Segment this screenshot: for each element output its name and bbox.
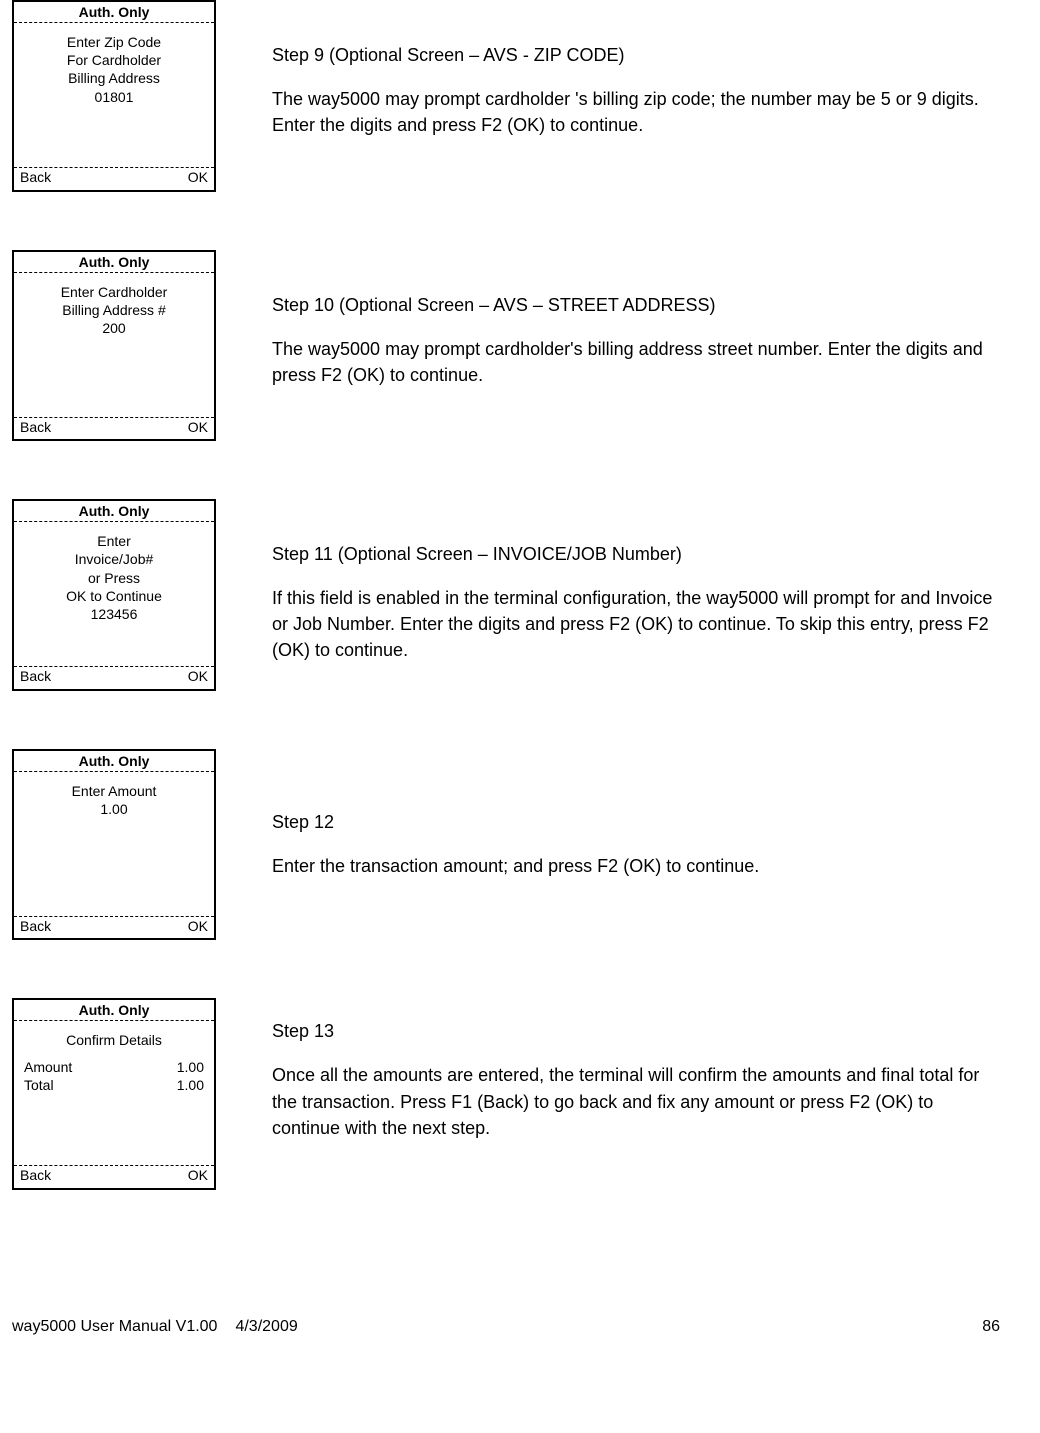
terminal-line: or Press (20, 569, 208, 587)
terminal-line: Enter Amount (20, 782, 208, 800)
terminal-body: Enter Invoice/Job# or Press OK to Contin… (14, 522, 214, 667)
terminal-screen: Auth. Only Enter Amount 1.00 Back OK (12, 749, 216, 941)
step-row: Auth. Only Enter Zip Code For Cardholder… (12, 0, 1000, 192)
step-row: Auth. Only Enter Invoice/Job# or Press O… (12, 499, 1000, 691)
step-row: Auth. Only Enter Amount 1.00 Back OK Ste… (12, 749, 1000, 941)
terminal-body: Enter Amount 1.00 (14, 772, 214, 917)
step-body: The way5000 may prompt cardholder's bill… (272, 336, 1000, 388)
back-button[interactable]: Back (20, 418, 51, 438)
step-heading: Step 9 (Optional Screen – AVS - ZIP CODE… (272, 42, 1000, 68)
terminal-body: Enter Zip Code For Cardholder Billing Ad… (14, 23, 214, 168)
terminal-footer: Back OK (14, 667, 214, 689)
ok-button[interactable]: OK (188, 1166, 208, 1186)
terminal-title: Auth. Only (14, 751, 214, 772)
step-body: Enter the transaction amount; and press … (272, 853, 759, 879)
terminal-line: OK to Continue (20, 587, 208, 605)
terminal-line: 200 (20, 319, 208, 337)
terminal-title: Auth. Only (14, 1000, 214, 1021)
kv-label: Amount (24, 1058, 72, 1076)
footer-title: way5000 User Manual V1.00 (12, 1318, 217, 1336)
step-body: Once all the amounts are entered, the te… (272, 1062, 1000, 1140)
step-row: Auth. Only Confirm Details Amount 1.00 T… (12, 998, 1000, 1190)
step-description: Step 9 (Optional Screen – AVS - ZIP CODE… (272, 0, 1000, 156)
terminal-line: Enter Zip Code (20, 33, 208, 51)
terminal-title: Auth. Only (14, 2, 214, 23)
step-description: Step 12 Enter the transaction amount; an… (272, 749, 759, 897)
ok-button[interactable]: OK (188, 418, 208, 438)
terminal-line: Enter (20, 532, 208, 550)
terminal-footer: Back OK (14, 917, 214, 939)
back-button[interactable]: Back (20, 667, 51, 687)
back-button[interactable]: Back (20, 168, 51, 188)
step-description: Step 10 (Optional Screen – AVS – STREET … (272, 250, 1000, 406)
terminal-line: Billing Address (20, 69, 208, 87)
terminal-line: For Cardholder (20, 51, 208, 69)
terminal-line: 1.00 (20, 800, 208, 818)
terminal-screen: Auth. Only Enter Zip Code For Cardholder… (12, 0, 216, 192)
terminal-title: Auth. Only (14, 252, 214, 273)
terminal-line: Invoice/Job# (20, 550, 208, 568)
step-body: The way5000 may prompt cardholder 's bil… (272, 86, 1000, 138)
step-body: If this field is enabled in the terminal… (272, 585, 1000, 663)
step-row: Auth. Only Enter Cardholder Billing Addr… (12, 250, 1000, 442)
ok-button[interactable]: OK (188, 667, 208, 687)
terminal-screen: Auth. Only Enter Cardholder Billing Addr… (12, 250, 216, 442)
terminal-body: Enter Cardholder Billing Address # 200 (14, 273, 214, 418)
step-heading: Step 12 (272, 809, 759, 835)
kv-value: 1.00 (177, 1076, 204, 1094)
terminal-body: Confirm Details Amount 1.00 Total 1.00 (14, 1021, 214, 1166)
terminal-footer: Back OK (14, 1166, 214, 1188)
terminal-kv-row: Total 1.00 (20, 1076, 208, 1094)
page-footer: way5000 User Manual V1.00 4/3/2009 86 (0, 1288, 1040, 1356)
terminal-line: 123456 (20, 605, 208, 623)
ok-button[interactable]: OK (188, 917, 208, 937)
terminal-line: Billing Address # (20, 301, 208, 319)
step-description: Step 13 Once all the amounts are entered… (272, 998, 1000, 1158)
terminal-screen: Auth. Only Confirm Details Amount 1.00 T… (12, 998, 216, 1190)
terminal-screen: Auth. Only Enter Invoice/Job# or Press O… (12, 499, 216, 691)
page-number: 86 (982, 1318, 1000, 1336)
step-heading: Step 10 (Optional Screen – AVS – STREET … (272, 292, 1000, 318)
footer-date: 4/3/2009 (235, 1318, 297, 1336)
kv-value: 1.00 (177, 1058, 204, 1076)
kv-label: Total (24, 1076, 54, 1094)
terminal-line: Enter Cardholder (20, 283, 208, 301)
terminal-footer: Back OK (14, 168, 214, 190)
terminal-footer: Back OK (14, 418, 214, 440)
back-button[interactable]: Back (20, 1166, 51, 1186)
terminal-title: Auth. Only (14, 501, 214, 522)
step-heading: Step 13 (272, 1018, 1000, 1044)
back-button[interactable]: Back (20, 917, 51, 937)
step-description: Step 11 (Optional Screen – INVOICE/JOB N… (272, 499, 1000, 681)
step-heading: Step 11 (Optional Screen – INVOICE/JOB N… (272, 541, 1000, 567)
ok-button[interactable]: OK (188, 168, 208, 188)
terminal-subtitle: Confirm Details (20, 1031, 208, 1049)
terminal-kv-row: Amount 1.00 (20, 1058, 208, 1076)
terminal-line: 01801 (20, 88, 208, 106)
